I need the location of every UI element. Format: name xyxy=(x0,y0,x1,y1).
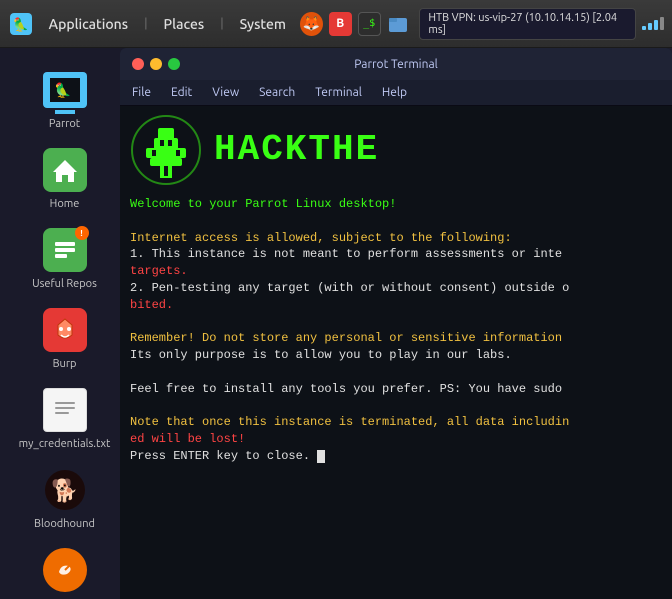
term-line-11: Press ENTER key to close. xyxy=(130,448,662,465)
parrot-icon: 🦜 xyxy=(39,64,91,116)
menu-search[interactable]: Search xyxy=(255,84,299,101)
term-spacer-3 xyxy=(130,364,662,381)
system-menu[interactable]: System xyxy=(232,12,294,36)
window-close-button[interactable] xyxy=(132,58,144,70)
files-taskbar-icon[interactable] xyxy=(387,12,410,36)
term-line-3: targets. xyxy=(130,263,662,280)
dock-item-bloodhound[interactable]: 🐕 Bloodhound xyxy=(10,458,120,536)
creds-label: my_credentials.txt xyxy=(19,438,111,450)
term-line-1: Internet access is allowed, subject to t… xyxy=(130,230,662,247)
parrot-menu-icon[interactable]: 🦜 xyxy=(8,10,35,38)
window-minimize-button[interactable] xyxy=(150,58,162,70)
svg-text:🦜: 🦜 xyxy=(54,81,71,99)
dock-item-postman[interactable]: Postman xyxy=(10,538,120,599)
term-line-8: Feel free to install any tools you prefe… xyxy=(130,381,662,398)
term-spacer-1 xyxy=(130,213,662,230)
taskbar-right xyxy=(642,17,664,30)
dock-item-home[interactable]: Home xyxy=(10,138,120,216)
repos-label: Useful Repos xyxy=(32,278,97,290)
term-spacer-4 xyxy=(130,398,662,415)
burp-taskbar-icon[interactable]: B xyxy=(329,12,352,36)
home-label: Home xyxy=(50,198,80,210)
dock-item-creds[interactable]: my_credentials.txt xyxy=(10,378,120,456)
term-line-6: Remember! Do not store any personal or s… xyxy=(130,330,662,347)
burp-label: Burp xyxy=(53,358,77,370)
term-line-4: 2. Pen-testing any target (with or witho… xyxy=(130,280,662,297)
svg-text:🦜: 🦜 xyxy=(13,16,29,33)
menu-file[interactable]: File xyxy=(128,84,155,101)
menu-edit[interactable]: Edit xyxy=(167,84,196,101)
welcome-line: Welcome to your Parrot Linux desktop! xyxy=(130,196,662,213)
terminal-window: Parrot Terminal File Edit View Search Te… xyxy=(120,48,672,599)
svg-text:🐕: 🐕 xyxy=(51,478,78,503)
repos-icon: ! xyxy=(39,224,91,276)
bloodhound-icon: 🐕 xyxy=(39,464,91,516)
desktop: 🦜 Parrot Home xyxy=(0,48,672,599)
terminal-menubar: File Edit View Search Terminal Help xyxy=(120,80,672,106)
htb-text: HACKTHE xyxy=(214,132,379,168)
taskbar: 🦜 Applications | Places | System 🦊 B _$ … xyxy=(0,0,672,48)
signal-icon xyxy=(642,17,664,30)
terminal-titlebar: Parrot Terminal xyxy=(120,48,672,80)
repos-badge: ! xyxy=(75,226,89,240)
places-menu[interactable]: Places xyxy=(156,12,213,36)
postman-icon xyxy=(39,544,91,596)
term-line-10: ed will be lost! xyxy=(130,431,662,448)
places-label: Places xyxy=(164,16,205,32)
cursor xyxy=(317,450,325,463)
term-line-2: 1. This instance is not meant to perform… xyxy=(130,246,662,263)
window-maximize-button[interactable] xyxy=(168,58,180,70)
system-label: System xyxy=(240,16,286,32)
applications-label: Applications xyxy=(49,16,128,32)
dock-item-repos[interactable]: ! Useful Repos xyxy=(10,218,120,296)
dock-item-burp[interactable]: Burp xyxy=(10,298,120,376)
creds-icon xyxy=(39,384,91,436)
htb-logo: HACKTHE xyxy=(130,114,662,186)
burp-icon xyxy=(39,304,91,356)
menu-view[interactable]: View xyxy=(208,84,243,101)
terminal-body[interactable]: HACKTHE Welcome to your Parrot Linux des… xyxy=(120,106,672,599)
term-spacer-2 xyxy=(130,314,662,331)
term-line-9: Note that once this instance is terminat… xyxy=(130,414,662,431)
htb-icon-svg xyxy=(130,114,202,186)
bloodhound-label: Bloodhound xyxy=(34,518,95,530)
parrot-label: Parrot xyxy=(49,118,80,130)
home-icon xyxy=(39,144,91,196)
terminal-taskbar-icon[interactable]: _$ xyxy=(358,12,381,36)
terminal-title: Parrot Terminal xyxy=(354,58,438,71)
dock-item-parrot[interactable]: 🦜 Parrot xyxy=(10,58,120,136)
app-dock: 🦜 Parrot Home xyxy=(0,48,130,599)
applications-menu[interactable]: Applications xyxy=(41,12,136,36)
menu-terminal[interactable]: Terminal xyxy=(311,84,366,101)
menu-help[interactable]: Help xyxy=(378,84,411,101)
firefox-icon[interactable]: 🦊 xyxy=(300,12,323,36)
term-line-7: Its only purpose is to allow you to play… xyxy=(130,347,662,364)
vpn-badge: HTB VPN: us-vip-27 (10.10.14.15) [2.04 m… xyxy=(419,8,636,40)
term-line-5: bited. xyxy=(130,297,662,314)
